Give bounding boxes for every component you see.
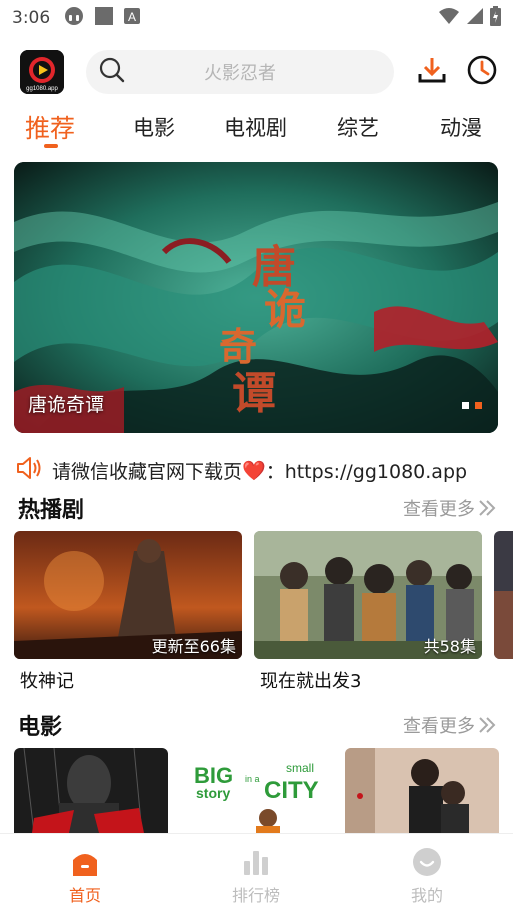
wifi-icon: [438, 7, 460, 30]
section-more-hot-dramas[interactable]: 查看更多: [403, 495, 497, 521]
home-icon: [25, 844, 145, 880]
bottom-navigation: 首页 排行榜 我的: [0, 833, 513, 913]
category-tabs: 推荐 电影 电视剧 综艺 动漫: [0, 104, 513, 150]
headset-icon: [64, 6, 84, 31]
view-more-label: 查看更多: [403, 499, 475, 520]
search-icon: [98, 56, 126, 88]
profile-icon: [367, 844, 487, 880]
episode-badge: 更新至66集: [151, 637, 236, 656]
a-notification-icon: A: [124, 7, 141, 29]
notice-url[interactable]: ：https://gg1080.app: [266, 457, 467, 484]
svg-text:in a: in a: [245, 774, 260, 784]
section-title-movies: 电影: [18, 715, 63, 740]
app-logo[interactable]: gg1080.app: [20, 50, 64, 94]
nav-ranking-label: 排行榜: [231, 886, 280, 905]
section-more-movies[interactable]: 查看更多: [403, 712, 497, 738]
svg-text:gg1080.app: gg1080.app: [26, 86, 58, 92]
tab-anime[interactable]: 动漫: [440, 112, 482, 142]
tab-recommend[interactable]: 推荐: [25, 109, 75, 145]
poster-image: [494, 531, 513, 659]
episode-badge: 共58集: [423, 637, 476, 656]
poster-image: BIG small story in a CITY: [180, 748, 334, 833]
battery-icon: [490, 5, 501, 31]
nav-home[interactable]: 首页: [25, 844, 145, 906]
banner-pagination: [462, 402, 482, 409]
heart-icon: ❤️: [242, 459, 266, 482]
movie-card-1[interactable]: [14, 748, 168, 833]
banner-title: 唐诡奇谭: [28, 394, 105, 416]
hero-banner[interactable]: 唐 诡 奇 谭 唐诡奇谭: [14, 162, 498, 433]
search-bar[interactable]: 火影忍者: [86, 50, 394, 94]
banner-art-char-2: 诡: [264, 285, 306, 334]
download-button[interactable]: [416, 56, 448, 88]
status-time: 3:06: [12, 8, 51, 28]
svg-text:A: A: [128, 10, 136, 24]
clock-icon: [466, 54, 498, 90]
app-header: gg1080.app 火影忍者: [0, 40, 513, 104]
double-chevron-right-icon: [479, 717, 496, 733]
tab-variety[interactable]: 综艺: [337, 112, 379, 142]
pagination-dot[interactable]: [462, 402, 469, 409]
notice-bar[interactable]: 请微信收藏官网下载页 ❤️ ：https://gg1080.app: [16, 455, 506, 485]
square-notification-icon: [94, 6, 114, 31]
banner-art-char-4: 谭: [232, 368, 276, 419]
pagination-dot-active[interactable]: [475, 402, 482, 409]
movie-card-3[interactable]: [345, 748, 499, 833]
signal-icon: [466, 7, 484, 30]
section-title-hot-dramas: 热播剧: [18, 498, 85, 523]
drama-card-1[interactable]: 更新至66集: [14, 531, 242, 659]
nav-ranking[interactable]: 排行榜: [196, 844, 316, 906]
tab-movies[interactable]: 电影: [133, 112, 175, 142]
banner-art-char-3: 奇: [219, 324, 257, 369]
drama-title-1[interactable]: 牧神记: [20, 667, 74, 693]
nav-profile-label: 我的: [410, 886, 443, 905]
chart-icon: [196, 844, 316, 880]
drama-card-2[interactable]: 共58集: [254, 531, 482, 659]
drama-card-3-partial[interactable]: [494, 531, 513, 659]
view-more-label: 查看更多: [403, 716, 475, 737]
double-chevron-right-icon: [479, 500, 496, 516]
nav-home-label: 首页: [68, 886, 101, 905]
drama-title-2[interactable]: 现在就出发3: [260, 667, 361, 693]
active-tab-indicator: [44, 144, 58, 148]
movie-card-2[interactable]: BIG small story in a CITY: [180, 748, 334, 833]
nav-profile[interactable]: 我的: [367, 844, 487, 906]
download-icon: [417, 55, 447, 89]
status-bar: 3:06 A: [0, 0, 513, 36]
tab-tv-series[interactable]: 电视剧: [224, 112, 287, 142]
notice-text: 请微信收藏官网下载页: [52, 460, 243, 483]
svg-text:story: story: [196, 785, 230, 801]
history-button[interactable]: [466, 54, 498, 90]
poster-image: [14, 748, 168, 833]
svg-text:CITY: CITY: [264, 777, 319, 804]
search-placeholder: 火影忍者: [204, 63, 276, 84]
speaker-icon: [16, 455, 44, 486]
svg-text:small: small: [286, 761, 314, 775]
poster-image: [345, 748, 499, 833]
